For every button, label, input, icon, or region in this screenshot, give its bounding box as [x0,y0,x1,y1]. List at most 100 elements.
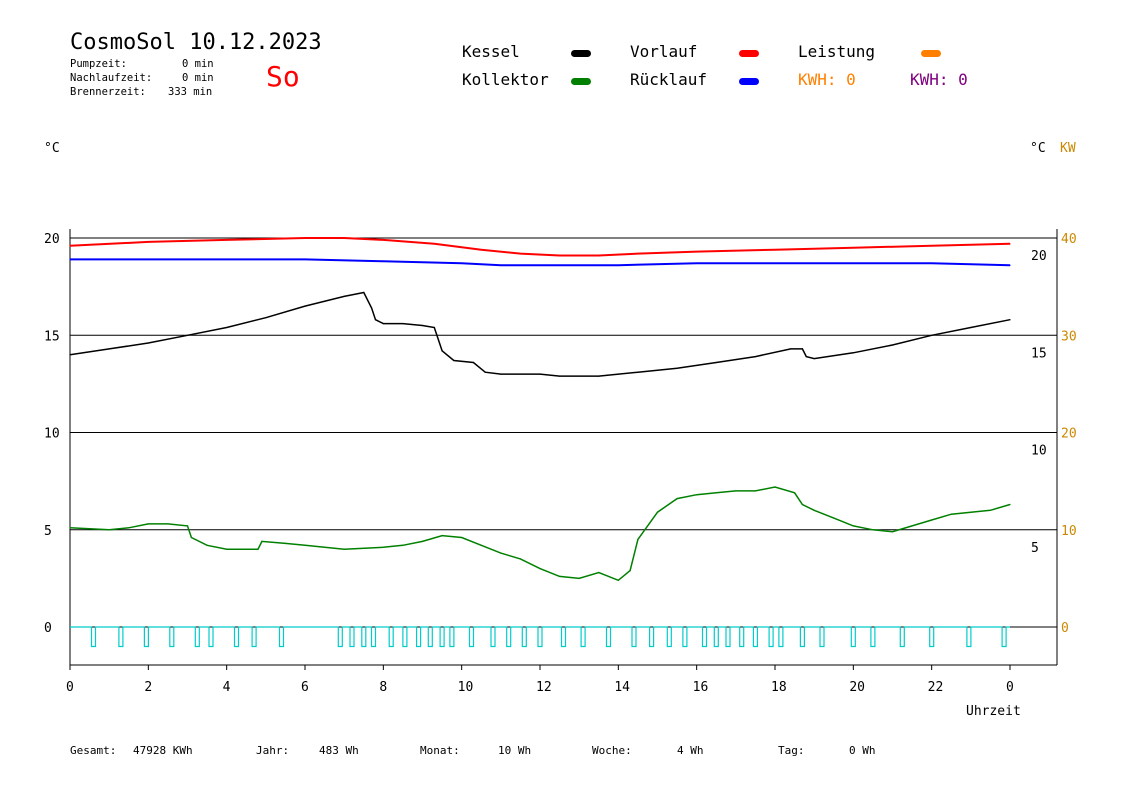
x-tick-label-10: 20 [849,680,865,695]
chart-canvas: 2015105040302010020151050 2 4 6 8 10 12 14 16 18 2… [44,229,1077,719]
weekday-label: So [266,60,300,93]
legend-ruecklauf-label: Rücklauf [630,70,708,89]
x-tick-label-2: 4 [223,680,231,695]
series-point-kollektor-40 [813,509,815,511]
series-point-kessel-12 [402,323,404,325]
series-point-kollektor-14 [324,546,326,548]
series-point-vorlauf-3 [304,237,306,239]
series-point-kollektor-5 [186,525,189,527]
series-point-vorlauf-13 [774,249,776,251]
series-point-vorlauf-4 [343,237,345,239]
series-point-kessel-33 [931,334,933,336]
legend-vorlauf-swatch [739,50,759,57]
x-tick-label-1: 2 [144,680,152,695]
series-point-kessel-28 [801,348,804,350]
legend-kollektor-label: Kollektor [462,70,549,89]
x-tick-label-7: 14 [614,680,630,695]
x-tick-label-0: 0 [66,680,74,695]
series-point-kessel-14 [433,326,435,329]
series-point-vorlauf-1 [147,241,149,243]
series-point-vorlauf-14 [852,247,854,249]
right-axis-unit: °C [1030,141,1046,156]
series-point-kollektor-50 [1009,503,1011,506]
series-point-r-cklauf-1 [147,258,149,260]
series-point-kollektor-46 [931,519,933,521]
series-point-kollektor-6 [190,536,192,539]
series-point-kessel-27 [790,348,792,350]
series-point-kollektor-21 [480,544,482,546]
stat-value-nachlaufzeit: 0 min [182,72,214,84]
series-point-kessel-22 [598,375,600,377]
series-point-kollektor-26 [578,577,580,580]
series-point-vorlauf-8 [519,253,522,255]
series-point-kessel-8 [363,291,365,294]
series-point-kollektor-32 [676,498,678,500]
series-point-kollektor-0 [69,527,71,529]
series-point-kessel-23 [637,371,639,373]
y-left-tick-0: 0 [44,621,52,636]
legend-vorlauf-label: Vorlauf [630,42,698,61]
series-point-kessel-31 [852,352,854,354]
stat-value-brennerzeit: 333 min [168,86,213,98]
series-point-kollektor-12 [284,542,286,545]
stat-label-brennerzeit: Brennerzeit: [70,86,146,98]
left-axis-unit: °C [44,141,60,156]
series-point-kessel-4 [226,326,228,329]
series-point-kessel-13 [421,324,424,327]
series-point-kessel-21 [559,375,561,377]
series-point-kollektor-36 [754,490,757,492]
series-point-kollektor-43 [872,529,874,531]
series-point-kessel-35 [1009,319,1011,321]
y-right-inner-tick-20: 20 [1031,249,1047,264]
y-right-inner-tick-5: 5 [1031,541,1039,556]
series-point-kessel-9 [371,307,373,309]
right-axis-power-unit: KW [1060,141,1076,156]
series-point-kollektor-33 [696,494,698,496]
series-line-vorlauf [69,237,1011,257]
footer-gesamt-label: Gesamt: [70,744,117,757]
page-title: CosmoSol 10.12.2023 [70,30,322,55]
y-left-tick-10: 10 [44,427,60,442]
series-point-vorlauf-11 [637,253,639,255]
series-point-kessel-25 [715,361,717,364]
series-point-kollektor-20 [461,536,463,539]
y-right-inner-tick-15: 15 [1031,346,1047,361]
series-point-kollektor-44 [891,531,894,533]
footer-monat-label: Monat: [420,744,460,757]
footer-jahr-label: Jahr: [256,744,290,757]
x-tick-label-4: 8 [379,680,387,695]
series-point-kollektor-30 [637,538,639,541]
legend-leistung-swatch [921,50,941,57]
series-point-kollektor-37 [774,486,776,488]
series-point-kessel-16 [453,359,455,362]
legend-leistung-label: Leistung [798,42,876,61]
series-line-kessel [69,291,1011,377]
series-point-kollektor-42 [852,525,854,527]
series-point-vorlauf-15 [931,245,933,247]
series-point-kessel-29 [805,356,807,358]
series-point-kessel-7 [343,295,345,297]
series-point-kessel-26 [754,356,757,358]
footer-gesamt-value: 47928 KWh [133,744,193,757]
series-point-kollektor-24 [539,568,541,570]
series-point-r-cklauf-6 [500,264,502,266]
y-left-tick-15: 15 [44,329,60,344]
series-point-kessel-3 [186,334,189,336]
series-point-kollektor-27 [598,571,600,574]
series-point-kessel-24 [676,367,678,369]
x-tick-label-6: 12 [536,680,552,695]
x-tick-label-5: 10 [458,680,474,695]
series-point-vorlauf-12 [696,251,698,253]
series-point-kessel-19 [500,373,502,375]
series-point-kollektor-25 [559,575,561,578]
footer-woche-value: 4 Wh [677,744,704,757]
stat-label-pumpzeit: Pumpzeit: [70,58,127,70]
series-point-kollektor-34 [715,492,717,494]
series-point-kollektor-8 [226,548,228,550]
stat-label-nachlaufzeit: Nachlaufzeit: [70,72,153,84]
x-axis-label: Uhrzeit [966,704,1021,719]
legend-ruecklauf-swatch [739,78,759,85]
series-point-kessel-20 [539,373,541,375]
series-point-kollektor-7 [206,544,208,546]
series-point-kollektor-9 [245,548,247,550]
